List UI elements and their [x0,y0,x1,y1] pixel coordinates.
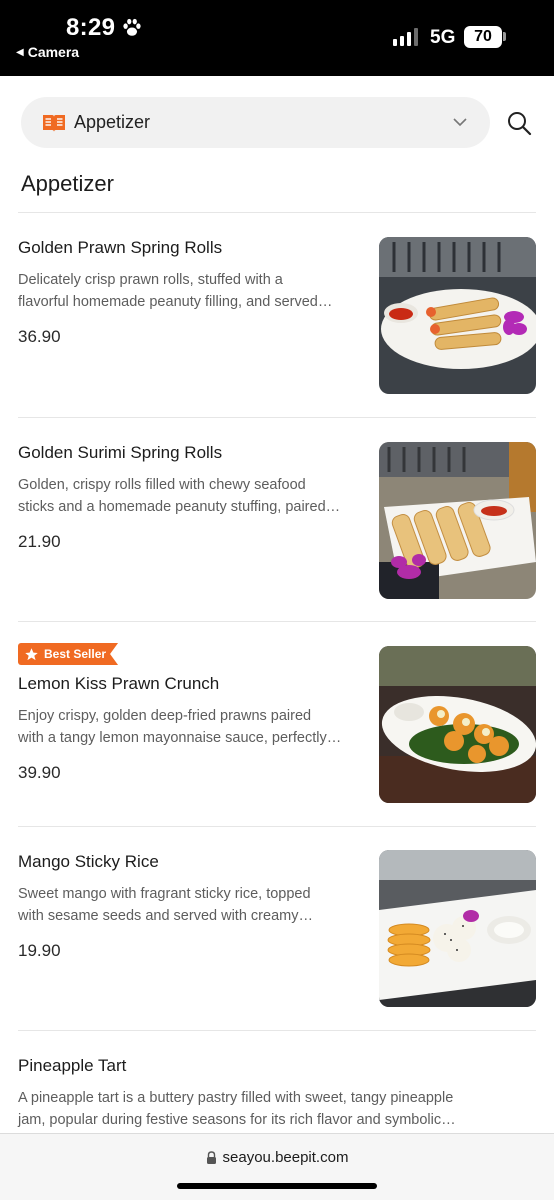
item-image[interactable] [379,646,536,803]
paw-icon [123,18,141,36]
menu-item[interactable]: Mango Sticky Rice Sweet mango with fragr… [0,827,554,1031]
chevron-down-icon [453,118,467,127]
url-bar[interactable]: seayou.beepit.com [0,1149,554,1166]
back-label: Camera [27,44,80,60]
item-price: 21.90 [18,532,61,551]
network-label: 5G [430,27,456,48]
menu-item[interactable]: Pineapple Tart A pineapple tart is a but… [0,1031,554,1131]
category-label: Appetizer [74,112,151,132]
item-price: 39.90 [18,763,61,782]
menu-item[interactable]: Golden Prawn Spring Rolls Delicately cri… [0,213,554,417]
best-seller-badge: Best Seller [18,643,119,665]
browser-bottom-bar: seayou.beepit.com [0,1133,554,1200]
menu-item[interactable]: Golden Surimi Spring Rolls Golden, crisp… [0,418,554,622]
category-select[interactable]: Appetizer [21,97,490,148]
item-description: Sweet mango with fragrant sticky rice, t… [18,886,313,924]
search-icon[interactable] [506,110,532,136]
home-indicator[interactable] [177,1183,377,1189]
section-title: Appetizer [21,171,114,196]
item-image[interactable] [379,850,536,1007]
menu-book-icon [43,114,65,132]
item-price: 19.90 [18,941,61,960]
item-name: Pineapple Tart [18,1056,127,1075]
status-time: 8:29 [66,14,116,41]
item-description: A pineapple tart is a buttery pastry fil… [18,1090,456,1128]
battery-icon: 70 [464,26,502,48]
item-description: Delicately crisp prawn rolls, stuffed wi… [18,272,333,310]
signal-icon [393,28,418,46]
item-image[interactable] [379,442,536,599]
status-bar: 8:29 ◀ Camera 5G 70 [0,0,554,76]
back-caret-icon: ◀ [16,46,24,58]
item-name: Golden Surimi Spring Rolls [18,443,223,462]
menu-item[interactable]: Best Seller Lemon Kiss Prawn Crunch Enjo… [0,622,554,826]
back-to-camera-link[interactable]: ◀ Camera [16,44,79,60]
star-icon [25,647,38,660]
item-name: Mango Sticky Rice [18,852,159,871]
url-text: seayou.beepit.com [222,1149,349,1166]
item-description: Enjoy crispy, golden deep-fried prawns p… [18,708,342,746]
item-price: 36.90 [18,327,61,346]
item-name: Golden Prawn Spring Rolls [18,238,223,257]
item-name: Lemon Kiss Prawn Crunch [18,674,220,693]
lock-icon [206,1151,216,1164]
item-description: Golden, crispy rolls filled with chewy s… [18,477,341,515]
battery-tip [503,32,506,41]
item-image[interactable] [379,237,536,394]
